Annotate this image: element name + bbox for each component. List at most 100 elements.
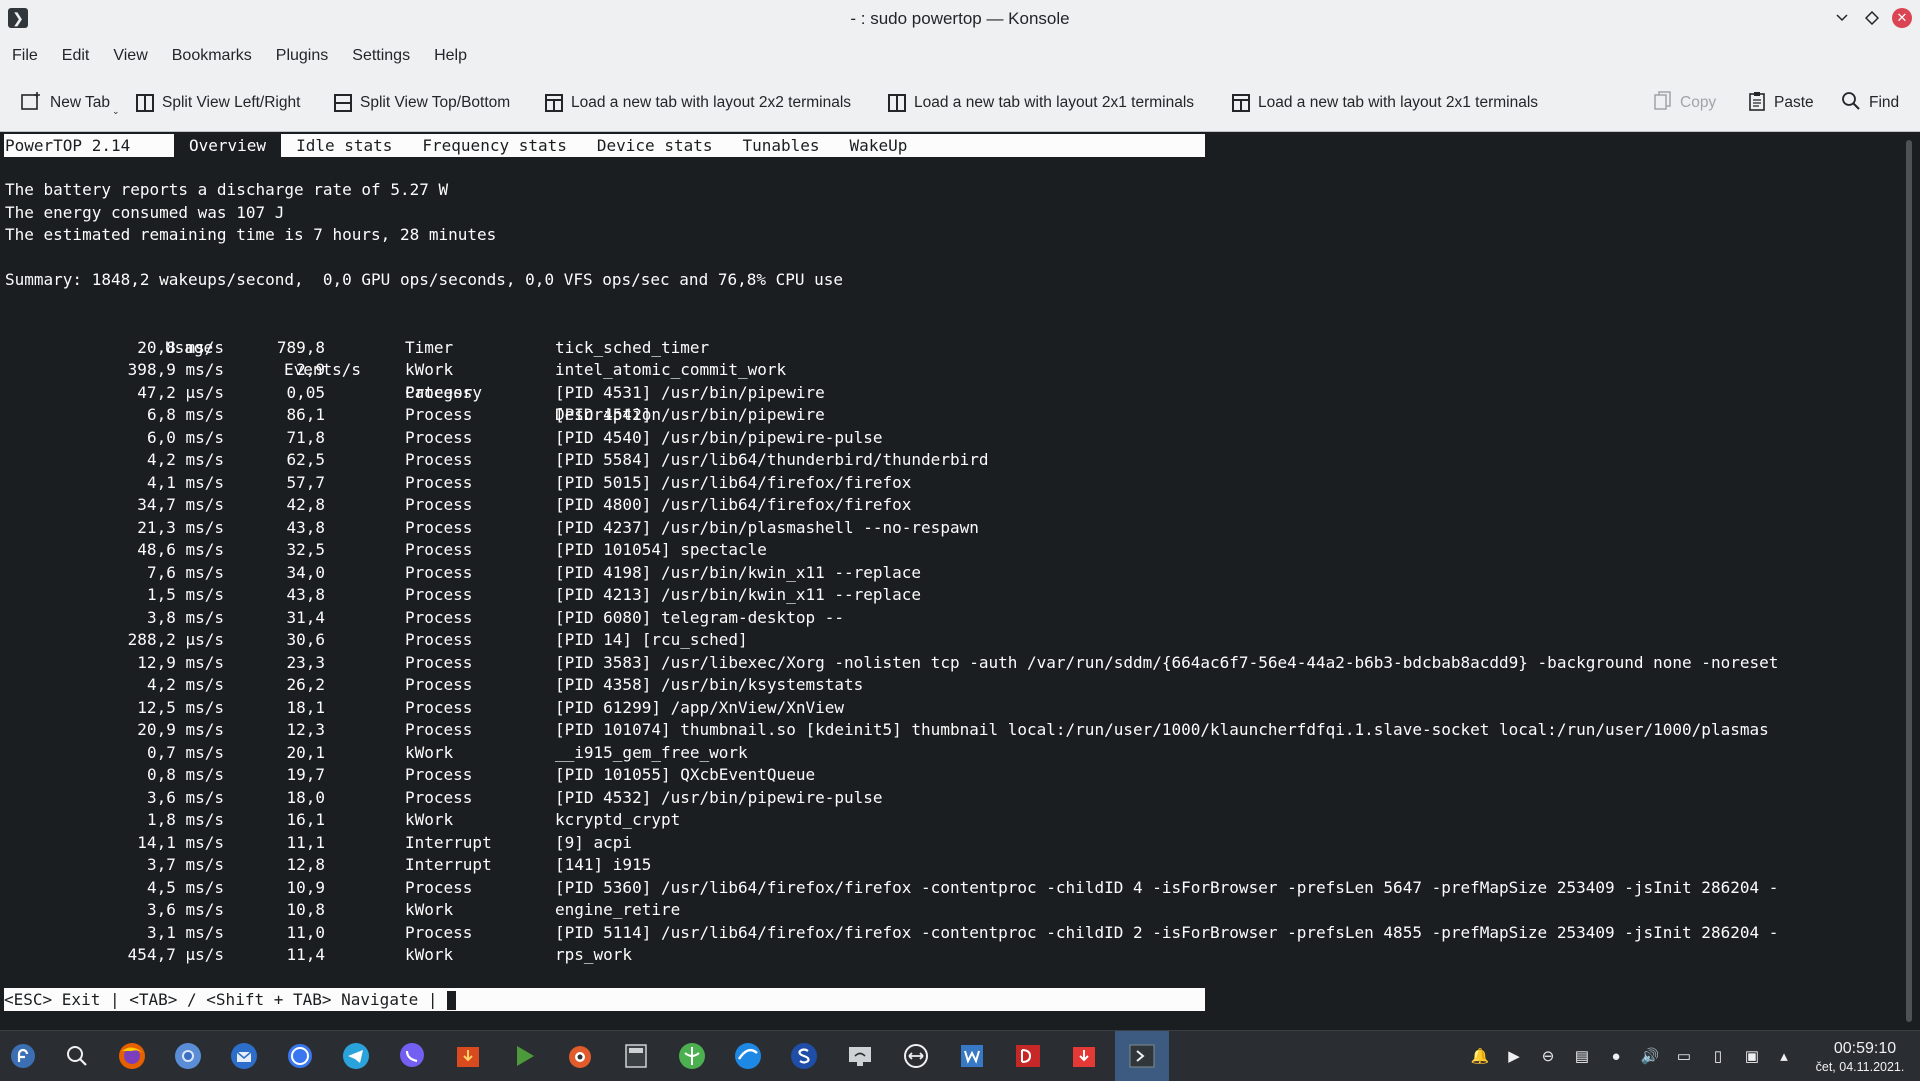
maps-icon[interactable] bbox=[675, 1039, 709, 1073]
chromium-icon[interactable] bbox=[171, 1039, 205, 1073]
description-cell: [PID 14] [rcu_sched] bbox=[555, 630, 748, 649]
battery-icon[interactable]: ▭ bbox=[1674, 1046, 1694, 1066]
maximize-button[interactable] bbox=[1862, 8, 1882, 28]
menu-plugins[interactable]: Plugins bbox=[264, 47, 340, 65]
copy-button[interactable]: Copy bbox=[1654, 90, 1716, 116]
description-cell: engine_retire bbox=[555, 900, 681, 919]
volume-icon[interactable]: 🔊 bbox=[1640, 1046, 1660, 1066]
layout-2x1-button[interactable]: Load a new tab with layout 2x1 terminals bbox=[888, 90, 1194, 116]
search-icon[interactable] bbox=[60, 1039, 94, 1073]
events-cell: 12,8 bbox=[286, 855, 325, 874]
tab-overview[interactable]: Overview bbox=[174, 134, 282, 157]
powertop-tab-bar: PowerTOP 2.14 Overview Idle stats Freque… bbox=[4, 134, 1205, 157]
menu-settings[interactable]: Settings bbox=[340, 47, 422, 65]
find-button[interactable]: Find bbox=[1841, 90, 1899, 116]
night-light-icon[interactable]: ● bbox=[1606, 1046, 1626, 1066]
events-cell: 18,0 bbox=[286, 787, 325, 807]
clock-time[interactable]: 00:59:10 bbox=[1810, 1040, 1920, 1058]
description-cell: rps_work bbox=[555, 945, 633, 964]
device-icon[interactable]: ▯ bbox=[1708, 1046, 1728, 1066]
downloader-2-icon[interactable] bbox=[1067, 1039, 1101, 1073]
category-cell: Process bbox=[405, 495, 473, 514]
minimize-button[interactable] bbox=[1832, 8, 1852, 28]
double-commander-icon[interactable] bbox=[1011, 1039, 1045, 1073]
menu-help[interactable]: Help bbox=[422, 47, 479, 65]
description-cell: [PID 4198] /usr/bin/kwin_x11 --replace bbox=[555, 562, 922, 582]
menu-file[interactable]: File bbox=[0, 47, 50, 65]
battery-line: The battery reports a discharge rate of … bbox=[5, 180, 449, 199]
split-left-right-button[interactable]: Split View Left/Right bbox=[136, 90, 300, 116]
layout-2x2-label: Load a new tab with layout 2x2 terminals bbox=[571, 94, 852, 111]
category-cell: Process bbox=[405, 652, 473, 672]
network-icon[interactable]: ▣ bbox=[1742, 1046, 1762, 1066]
copy-icon bbox=[1654, 90, 1672, 116]
konsole-task-icon[interactable] bbox=[1115, 1031, 1169, 1081]
description-cell: [PID 4532] /usr/bin/pipewire-pulse bbox=[555, 787, 883, 807]
telegram-icon[interactable] bbox=[339, 1039, 373, 1073]
tray-expand-icon[interactable]: ▴ bbox=[1774, 1046, 1794, 1066]
split-top-bottom-button[interactable]: Split View Top/Bottom bbox=[334, 90, 510, 116]
calculator-icon[interactable] bbox=[619, 1039, 653, 1073]
notifications-icon[interactable]: 🔔 bbox=[1470, 1046, 1490, 1066]
category-cell: kWork bbox=[405, 810, 454, 829]
menu-edit[interactable]: Edit bbox=[50, 47, 102, 65]
tab-frequency-stats[interactable]: Frequency stats bbox=[407, 134, 582, 157]
events-cell: 789,8 bbox=[276, 337, 325, 357]
menu-view[interactable]: View bbox=[101, 47, 159, 65]
clipboard-icon[interactable]: ▤ bbox=[1572, 1046, 1592, 1066]
category-cell: kWork bbox=[405, 360, 454, 379]
clock-date[interactable]: čet, 04.11.2021. bbox=[1800, 1060, 1920, 1074]
title-bar: ❯ - : sudo powertop — Konsole ✕ bbox=[0, 0, 1920, 36]
events-cell: 43,8 bbox=[286, 585, 325, 604]
layout-2x1-alt-label: Load a new tab with layout 2x1 terminals bbox=[1258, 94, 1539, 111]
powertop-status-bar: <ESC> Exit | <TAB> / <Shift + TAB> Navig… bbox=[4, 988, 1205, 1011]
terminal-scrollbar[interactable] bbox=[1906, 140, 1912, 1022]
thunderbird-icon[interactable] bbox=[227, 1039, 261, 1073]
events-cell: 20,1 bbox=[286, 742, 325, 762]
category-cell: Process bbox=[405, 877, 473, 897]
new-tab-label: New Tab bbox=[50, 94, 111, 111]
downloader-icon[interactable] bbox=[451, 1039, 485, 1073]
media-player-icon[interactable] bbox=[507, 1039, 541, 1073]
viber-icon[interactable] bbox=[395, 1039, 429, 1073]
tab-idle-stats[interactable]: Idle stats bbox=[281, 134, 407, 157]
category-cell: Process bbox=[405, 517, 473, 537]
events-cell: 71,8 bbox=[286, 427, 325, 447]
menu-bookmarks[interactable]: Bookmarks bbox=[160, 47, 264, 65]
app-launcher-icon[interactable] bbox=[6, 1039, 40, 1073]
chevron-down-icon bbox=[1836, 14, 1848, 22]
new-tab-button[interactable]: New Tab ⌄ bbox=[20, 90, 120, 116]
events-cell: 26,2 bbox=[286, 675, 325, 694]
skype-icon[interactable] bbox=[787, 1039, 821, 1073]
tab-wakeup[interactable]: WakeUp bbox=[835, 134, 923, 157]
wps-writer-icon[interactable] bbox=[955, 1039, 989, 1073]
tab-tunables[interactable]: Tunables bbox=[727, 134, 834, 157]
category-cell: Process bbox=[405, 472, 473, 492]
web-browser-icon[interactable] bbox=[731, 1039, 765, 1073]
layout-2x2-button[interactable]: Load a new tab with layout 2x2 terminals bbox=[545, 90, 851, 116]
close-button[interactable]: ✕ bbox=[1892, 8, 1912, 28]
do-not-disturb-icon[interactable]: ⊖ bbox=[1538, 1046, 1558, 1066]
menu-bar: File Edit View Bookmarks Plugins Setting… bbox=[0, 36, 1920, 76]
terminal-view[interactable]: PowerTOP 2.14 Overview Idle stats Freque… bbox=[0, 132, 1920, 1030]
layout-2x1-alt-button[interactable]: Load a new tab with layout 2x1 terminals bbox=[1232, 90, 1538, 116]
signal-icon[interactable] bbox=[283, 1039, 317, 1073]
network-viewer-icon[interactable] bbox=[843, 1039, 877, 1073]
layout-grid-icon bbox=[545, 94, 563, 112]
description-cell: kcryptd_crypt bbox=[555, 810, 681, 829]
events-cell: 18,1 bbox=[286, 697, 325, 717]
description-cell: [PID 5015] /usr/lib64/firefox/firefox bbox=[555, 472, 912, 492]
gimp-icon[interactable] bbox=[563, 1039, 597, 1073]
tab-device-stats[interactable]: Device stats bbox=[582, 134, 728, 157]
events-cell: 31,4 bbox=[286, 607, 325, 627]
firefox-icon[interactable] bbox=[115, 1039, 149, 1073]
events-cell: 0,05 bbox=[286, 382, 325, 402]
teamviewer-icon[interactable] bbox=[899, 1039, 933, 1073]
category-cell: kWork bbox=[405, 900, 454, 919]
events-cell: 42,8 bbox=[286, 495, 325, 514]
description-cell: [9] acpi bbox=[555, 832, 633, 852]
paste-button[interactable]: Paste bbox=[1748, 90, 1814, 116]
description-cell: [PID 101074] thumbnail.so [kdeinit5] thu… bbox=[555, 720, 1769, 739]
media-play-icon[interactable]: ▶ bbox=[1504, 1046, 1524, 1066]
table-header: Usage Events/s Category Description bbox=[0, 314, 661, 425]
